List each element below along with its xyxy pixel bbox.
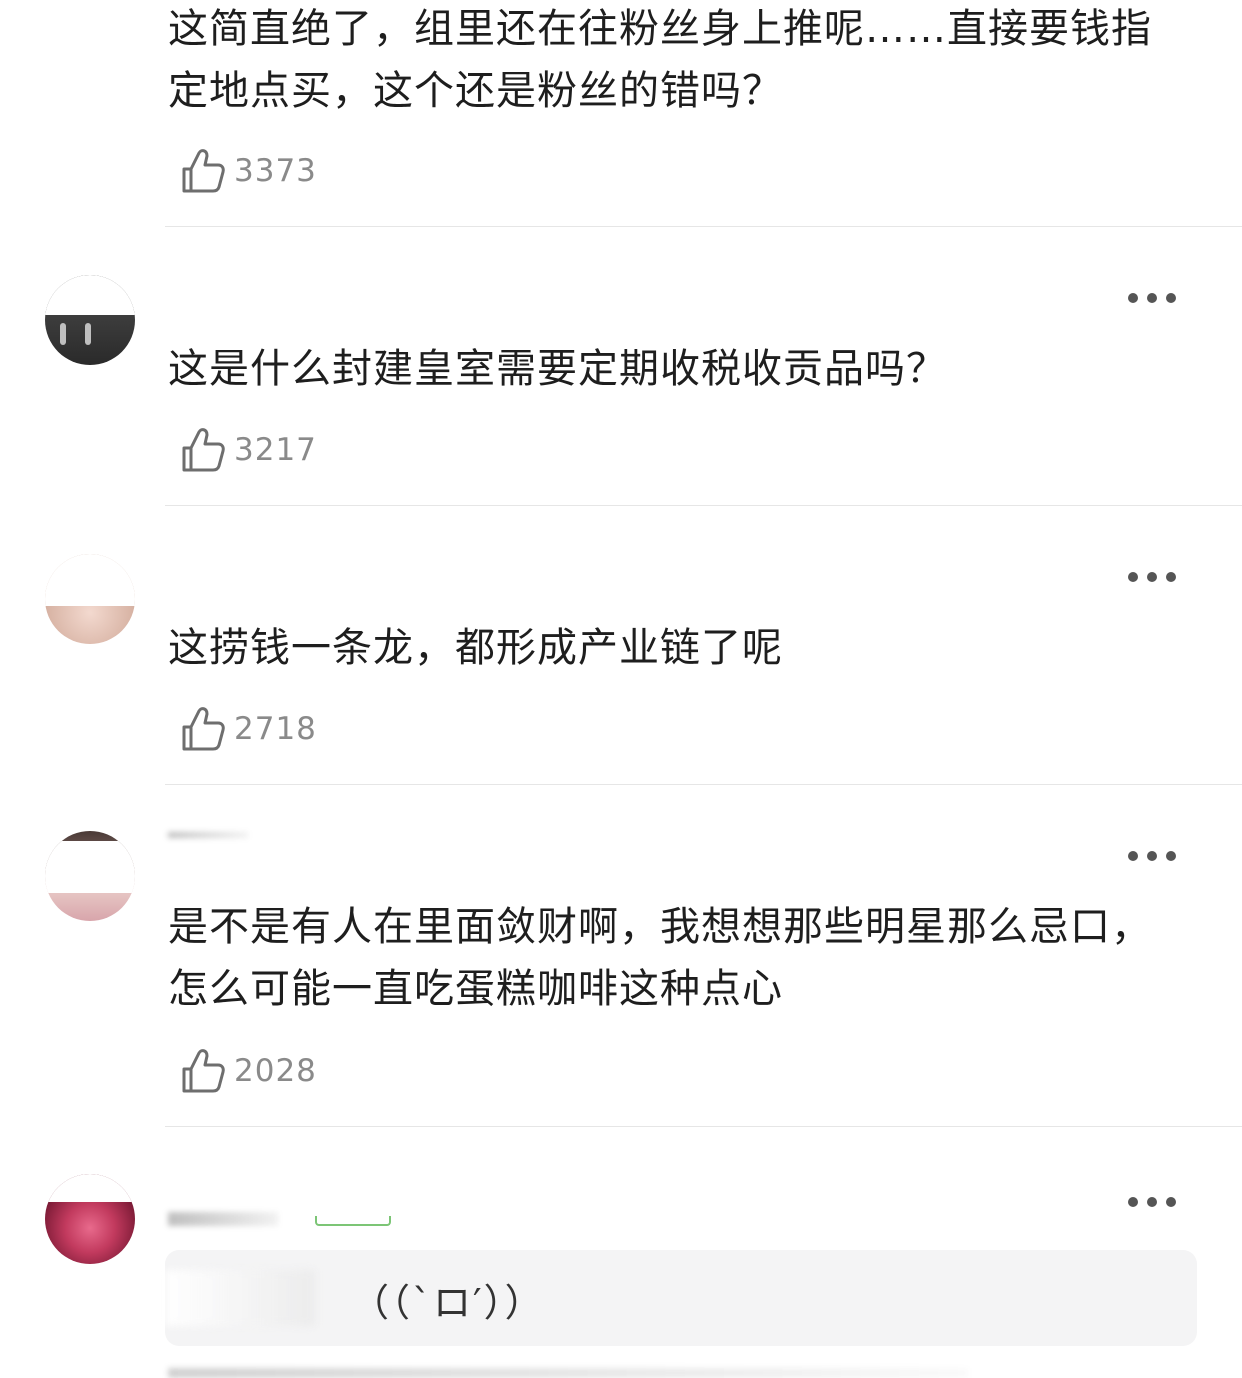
like-button[interactable]: 3373 bbox=[180, 146, 317, 196]
divider bbox=[165, 505, 1242, 506]
thumbs-up-icon bbox=[180, 1047, 226, 1095]
more-options-icon[interactable] bbox=[1128, 288, 1176, 308]
comment-text: 这捞钱一条龙，都形成产业链了呢 bbox=[168, 625, 783, 671]
more-options-icon[interactable] bbox=[1128, 1192, 1176, 1212]
divider bbox=[165, 784, 1242, 785]
reply-preview-box[interactable]: （（`ロ′）） bbox=[165, 1250, 1197, 1346]
divider bbox=[165, 226, 1242, 227]
like-count: 2028 bbox=[234, 1053, 317, 1089]
comment-text: 这是什么封建皇室需要定期收税收贡品吗？ bbox=[168, 346, 947, 392]
comment-text: 是不是有人在里面敛财啊，我想想那些明星那么忌口，怎么可能一直吃蛋糕咖啡这种点心 bbox=[168, 904, 1152, 1012]
thumbs-up-icon bbox=[180, 705, 226, 753]
reply-text: （（`ロ′）） bbox=[351, 1281, 545, 1325]
like-button[interactable]: 2028 bbox=[180, 1046, 317, 1096]
avatar[interactable] bbox=[45, 554, 135, 644]
like-count: 3373 bbox=[234, 153, 317, 189]
like-button[interactable]: 2718 bbox=[180, 704, 317, 754]
thumbs-up-icon bbox=[180, 147, 226, 195]
divider bbox=[165, 1126, 1242, 1127]
avatar[interactable] bbox=[45, 1174, 135, 1264]
more-options-icon[interactable] bbox=[1128, 567, 1176, 587]
avatar[interactable] bbox=[45, 831, 135, 921]
reply-author-redacted bbox=[165, 1270, 315, 1326]
comment-text-partial bbox=[168, 1368, 968, 1378]
like-count: 3217 bbox=[234, 432, 317, 468]
like-button[interactable]: 3217 bbox=[180, 425, 317, 475]
level-badge bbox=[315, 1216, 391, 1226]
like-count: 2718 bbox=[234, 711, 317, 747]
more-options-icon[interactable] bbox=[1128, 846, 1176, 866]
thumbs-up-icon bbox=[180, 426, 226, 474]
comment-text: 这简直绝了，组里还在往粉丝身上推呢……直接要钱指定地点买，这个还是粉丝的错吗？ bbox=[168, 6, 1152, 114]
avatar[interactable] bbox=[45, 275, 135, 365]
username-redacted bbox=[168, 832, 248, 838]
username-redacted bbox=[168, 1212, 278, 1226]
